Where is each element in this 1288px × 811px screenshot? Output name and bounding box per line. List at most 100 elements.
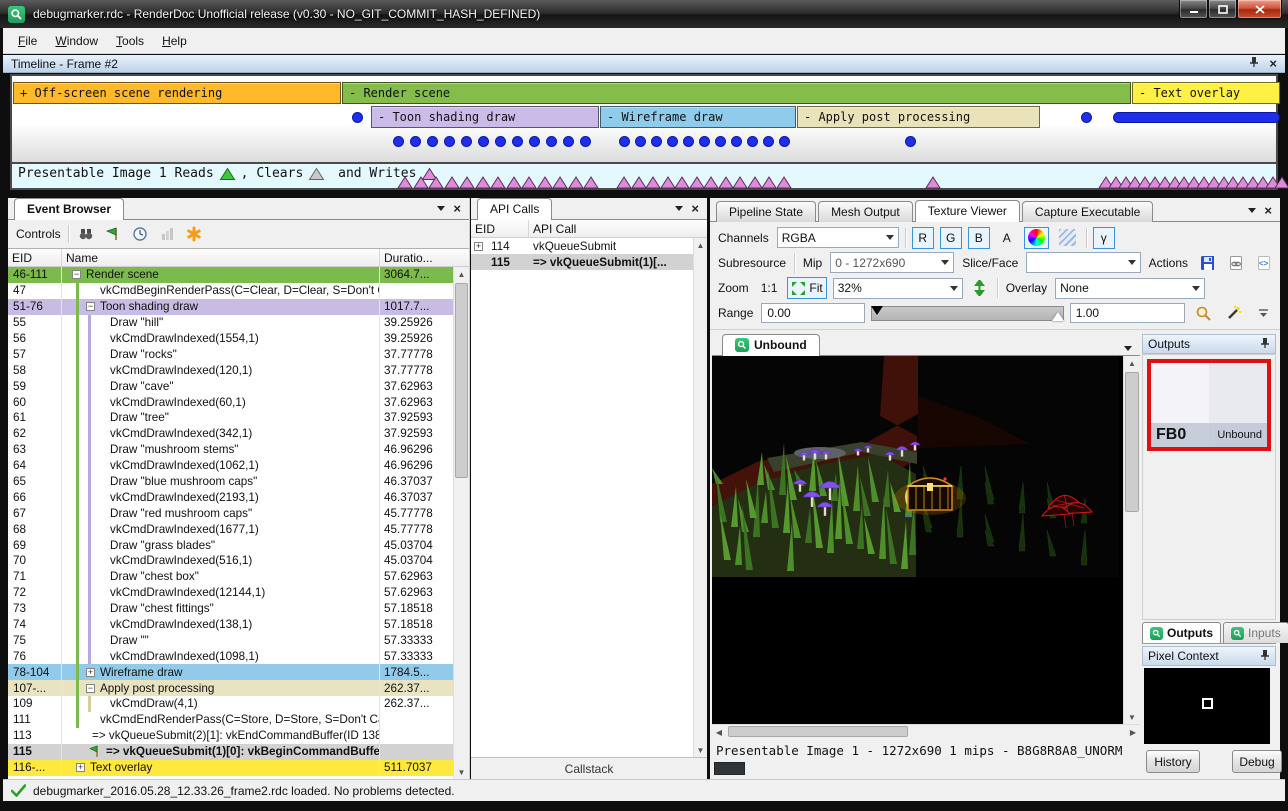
write-marker-triangle-icon[interactable]	[568, 176, 584, 189]
zoom-1to1-button[interactable]: 1:1	[757, 277, 782, 299]
tab-unbound-texture[interactable]: Unbound	[722, 334, 820, 356]
close-button[interactable]	[1237, 0, 1282, 19]
api-call-row[interactable]: +114vkQueueSubmit	[471, 238, 707, 254]
event-row[interactable]: 55Draw "hill"39.25926	[8, 315, 453, 331]
draw-event-dot[interactable]	[495, 136, 506, 147]
tab-event-browser[interactable]: Event Browser	[14, 198, 124, 220]
scroll-up-icon[interactable]: ▲	[454, 267, 469, 281]
event-row[interactable]: 69Draw "grass blades"45.03704	[8, 537, 453, 553]
menu-help[interactable]: Help	[153, 30, 196, 52]
mip-dropdown[interactable]: 0 - 1272x690	[830, 252, 954, 273]
draw-event-dot[interactable]	[905, 136, 916, 147]
column-api-call[interactable]: API Call	[529, 220, 707, 237]
event-row[interactable]: 75Draw ""57.33333	[8, 632, 453, 648]
write-marker-triangle-icon[interactable]	[521, 176, 537, 189]
range-black-handle[interactable]	[871, 306, 883, 315]
timeline-bar[interactable]: - Text overlay	[1132, 82, 1280, 104]
event-row[interactable]: 70vkCmdDrawIndexed(516,1)45.03704	[8, 553, 453, 569]
event-row[interactable]: 60vkCmdDrawIndexed(60,1)37.62963	[8, 394, 453, 410]
draw-event-dot[interactable]	[410, 136, 421, 147]
tab-api-calls[interactable]: API Calls	[477, 198, 552, 220]
scroll-left-icon[interactable]: ◀	[712, 725, 726, 739]
draw-event-dot[interactable]	[651, 136, 662, 147]
event-row[interactable]: 116-...+Text overlay511.7037	[8, 760, 453, 776]
tab-mesh-output[interactable]: Mesh Output	[818, 201, 913, 222]
event-row[interactable]: 111vkCmdEndRenderPass(C=Store, D=Store, …	[8, 712, 453, 728]
range-slider[interactable]	[871, 306, 1064, 321]
draw-event-dot[interactable]	[580, 136, 591, 147]
zoom-range-button[interactable]	[1191, 302, 1216, 324]
event-row[interactable]: 64vkCmdDrawIndexed(1062,1)46.96296	[8, 458, 453, 474]
draw-event-dot[interactable]	[667, 136, 678, 147]
scroll-down-icon[interactable]: ▼	[694, 743, 707, 757]
write-marker-triangle-icon[interactable]	[413, 176, 429, 189]
timeline-bar[interactable]: - Render scene	[342, 82, 1131, 104]
event-row[interactable]: 57Draw "rocks"37.77778	[8, 346, 453, 362]
write-marker-triangle-icon[interactable]	[397, 176, 413, 189]
draw-event-dot[interactable]	[1081, 112, 1092, 123]
fb0-thumbnail[interactable]: FB0 Unbound	[1147, 359, 1271, 451]
menu-tools[interactable]: Tools	[107, 30, 153, 52]
pixel-context-view[interactable]	[1144, 668, 1270, 744]
tab-outputs[interactable]: Outputs	[1142, 622, 1221, 643]
history-button[interactable]: History	[1146, 750, 1200, 773]
write-marker-triangle-icon[interactable]	[459, 176, 475, 189]
debug-button[interactable]: Debug	[1232, 750, 1282, 773]
draw-event-dot[interactable]	[731, 136, 742, 147]
panel-menu-icon[interactable]	[437, 206, 445, 211]
collapse-range-button[interactable]	[1252, 302, 1274, 324]
event-row[interactable]: 61Draw "tree"37.92593	[8, 410, 453, 426]
scroll-down-icon[interactable]: ▼	[1124, 710, 1140, 724]
draw-event-dot[interactable]	[619, 136, 630, 147]
color-wheel-button[interactable]	[1024, 227, 1049, 249]
event-row[interactable]: 67Draw "red mushroom caps"45.77778	[8, 505, 453, 521]
autofit-wand-button[interactable]	[1221, 302, 1246, 324]
close-icon[interactable]: ×	[1264, 204, 1272, 217]
range-white-handle[interactable]	[1052, 312, 1064, 321]
flip-vertical-button[interactable]	[969, 277, 991, 299]
pin-icon[interactable]	[1260, 649, 1270, 664]
tree-expander-icon[interactable]: −	[86, 302, 95, 311]
draw-event-dot[interactable]	[747, 136, 758, 147]
gamma-button[interactable]: γ	[1093, 227, 1115, 249]
write-marker-triangle-icon[interactable]	[552, 176, 568, 189]
draw-event-dot[interactable]	[683, 136, 694, 147]
draw-event-dot[interactable]	[393, 136, 404, 147]
column-eid[interactable]: EID	[8, 249, 62, 266]
draw-event-dot[interactable]	[699, 136, 710, 147]
write-marker-triangle-icon[interactable]	[776, 176, 792, 189]
timeline-bar[interactable]: - Wireframe draw	[600, 106, 796, 128]
menu-file[interactable]: File	[9, 30, 46, 52]
pin-icon[interactable]	[1249, 56, 1259, 71]
event-row[interactable]: 107-...−Apply post processing262.37...	[8, 680, 453, 696]
scroll-right-icon[interactable]: ▶	[1126, 725, 1140, 739]
event-row[interactable]: 56vkCmdDrawIndexed(1554,1)39.25926	[8, 331, 453, 347]
event-row[interactable]: 62vkCmdDrawIndexed(342,1)37.92593	[8, 426, 453, 442]
draw-event-dot[interactable]	[352, 112, 363, 123]
write-marker-triangle-icon[interactable]	[428, 176, 444, 189]
api-call-row[interactable]: 115=> vkQueueSubmit(1)[...	[471, 254, 707, 270]
event-row[interactable]: 59Draw "cave"37.62963	[8, 378, 453, 394]
close-icon[interactable]: ×	[1269, 57, 1277, 70]
draw-event-dot[interactable]	[715, 136, 726, 147]
scroll-down-icon[interactable]: ▼	[454, 765, 469, 779]
tree-expander-icon[interactable]: +	[76, 763, 85, 772]
jump-to-event-flag-icon[interactable]	[103, 224, 123, 244]
draw-event-dot[interactable]	[444, 136, 455, 147]
event-row[interactable]: 74vkCmdDrawIndexed(138,1)57.18518	[8, 617, 453, 633]
tree-expander-icon[interactable]: −	[72, 270, 81, 279]
find-event-icon[interactable]	[76, 224, 96, 244]
tab-pipeline-state[interactable]: Pipeline State	[716, 201, 816, 222]
timeline-bar[interactable]: - Apply post processing	[797, 106, 1040, 128]
pin-icon[interactable]	[1260, 337, 1270, 352]
blue-channel-button[interactable]: B	[968, 227, 990, 249]
event-row[interactable]: 71Draw "chest box"57.62963	[8, 569, 453, 585]
event-row[interactable]: 72vkCmdDrawIndexed(12144,1)57.62963	[8, 585, 453, 601]
column-name[interactable]: Name	[62, 249, 380, 266]
write-marker-triangle-icon[interactable]	[506, 176, 522, 189]
zoom-level-dropdown[interactable]: 32%	[833, 278, 963, 299]
api-calls-scrollbar[interactable]: ▲ ▼	[693, 238, 707, 757]
tab-texture-viewer[interactable]: Texture Viewer	[915, 200, 1020, 222]
event-row[interactable]: 68vkCmdDrawIndexed(1677,1)45.77778	[8, 521, 453, 537]
tab-capture-executable[interactable]: Capture Executable	[1022, 201, 1153, 222]
